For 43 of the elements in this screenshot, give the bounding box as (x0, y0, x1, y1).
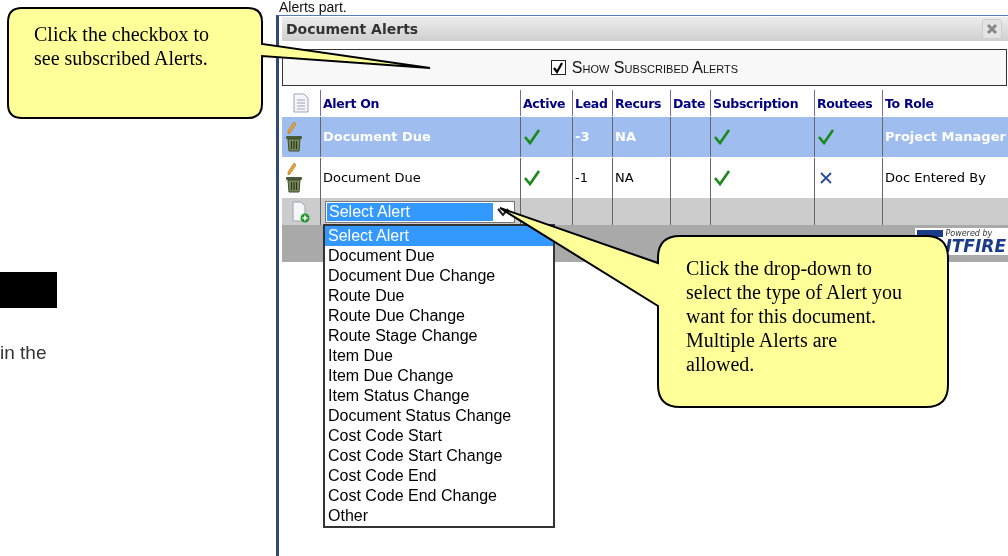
logo-text: ITFIRE (945, 239, 1006, 254)
trash-icon[interactable] (285, 175, 303, 193)
checkmark-icon (552, 61, 565, 74)
trash-icon[interactable] (285, 134, 303, 152)
redaction-bar (0, 272, 57, 308)
column-header: Subscription (713, 95, 799, 111)
panel-title: Document Alerts (286, 21, 419, 37)
dropdown-option[interactable]: Cost Code Start Change (325, 446, 553, 466)
table-cell: -3 (572, 117, 612, 157)
dropdown-option[interactable]: Document Status Change (325, 406, 553, 426)
column-header: Recurs (615, 95, 662, 111)
dropdown-option[interactable]: Cost Code End Change (325, 486, 553, 506)
close-icon[interactable] (982, 19, 1002, 39)
dropdown-option[interactable]: Item Due (325, 346, 553, 366)
column-header: To Role (885, 95, 934, 111)
column-header: Date (673, 95, 706, 111)
document-icon (293, 93, 309, 113)
column-header: Alert On (323, 95, 380, 111)
heading-text: Alerts part. (278, 0, 347, 15)
add-document-icon[interactable] (292, 200, 310, 223)
checkbox-label: Show Subscribed Alerts (571, 58, 739, 77)
callout-text: Click the drop-down to select the type of Alert you want for this document. Multiple Alerts are allowed. (686, 256, 904, 376)
dropdown-option[interactable]: Item Due Change (325, 366, 553, 386)
dropdown-option[interactable]: Cost Code Start (325, 426, 553, 446)
table-cell: NA (612, 117, 670, 157)
table-cell: Project Manager (882, 117, 1007, 157)
table-cell: Document Due (320, 117, 520, 157)
dropdown-option[interactable]: Route Stage Change (325, 326, 553, 346)
column-header: Lead (575, 95, 608, 111)
dropdown-option[interactable]: Route Due (325, 286, 553, 306)
column-header: Active (523, 95, 566, 111)
dropdown-option[interactable]: Document Due Change (325, 266, 553, 286)
dropdown-option[interactable]: Item Status Change (325, 386, 553, 406)
callout-text: Click the checkbox to see subscribed Alerts. (34, 22, 210, 70)
pencil-icon[interactable] (287, 163, 297, 175)
dropdown-option[interactable]: Route Due Change (325, 306, 553, 326)
checkbox[interactable] (550, 60, 566, 75)
dropdown-option[interactable]: Document Due (325, 246, 553, 266)
logo-caption: Powered by (945, 229, 994, 239)
dropdown-option[interactable]: Cost Code End (325, 466, 553, 486)
dropdown-option[interactable]: Other (325, 506, 553, 526)
body-text: in the (0, 342, 47, 364)
column-header: Routees (817, 95, 873, 111)
